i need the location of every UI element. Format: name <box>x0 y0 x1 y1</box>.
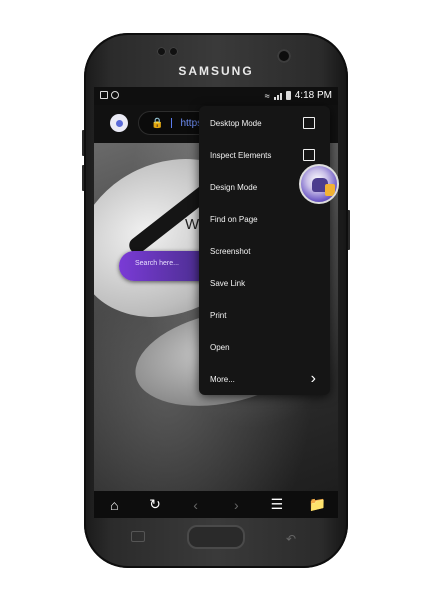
back-key: ↶ <box>286 532 297 546</box>
menu-item-save-link[interactable]: Save Link <box>199 268 330 298</box>
messenger-icon <box>111 91 119 99</box>
forward-icon[interactable]: › <box>222 494 250 516</box>
speaker-grille <box>157 47 179 57</box>
menu-item-label: Print <box>210 310 227 320</box>
divider <box>171 118 173 128</box>
add-folder-icon[interactable]: 📁 <box>304 494 332 516</box>
desktop-mode-checkbox[interactable] <box>303 117 315 129</box>
menu-item-find-on-page[interactable]: Find on Page <box>199 204 330 234</box>
inspect-elements-checkbox[interactable] <box>303 149 315 161</box>
search-placeholder: Search here... <box>135 260 179 267</box>
menu-item-label: Desktop Mode <box>210 118 262 128</box>
menu-item-more[interactable]: More... › <box>199 364 330 394</box>
status-bar: ≈ 4:18 PM <box>94 87 338 105</box>
phone-mockup: SAMSUNG ≈ 4:18 PM 🔒 https:// W Search he… <box>0 0 432 605</box>
floating-bubble-avatar[interactable] <box>299 164 339 204</box>
menu-item-open[interactable]: Open <box>199 332 330 362</box>
menu-item-label: Find on Page <box>210 214 258 224</box>
menu-item-label: Save Link <box>210 278 246 288</box>
battery-icon <box>285 91 291 100</box>
clock: 4:18 PM <box>294 90 332 101</box>
image-icon <box>100 91 108 99</box>
overflow-menu: Desktop Mode Inspect Elements Design Mod… <box>199 106 330 395</box>
profile-avatar[interactable] <box>110 114 128 132</box>
chevron-right-icon: › <box>310 370 316 387</box>
front-camera <box>277 49 291 63</box>
home-key <box>187 525 245 549</box>
menu-item-print[interactable]: Print <box>199 300 330 330</box>
menu-item-screenshot[interactable]: Screenshot <box>199 236 330 266</box>
back-icon[interactable]: ‹ <box>182 494 210 516</box>
menu-icon[interactable]: ☰ <box>263 494 291 516</box>
brand-logo: SAMSUNG <box>178 64 254 78</box>
lock-icon: 🔒 <box>151 117 164 129</box>
menu-item-label: Screenshot <box>210 246 251 256</box>
bottom-navigation: ⌂ ↻ ‹ › ☰ 📁 <box>94 491 338 518</box>
menu-item-label: Inspect Elements <box>210 150 272 160</box>
menu-item-desktop-mode[interactable]: Desktop Mode <box>199 108 330 138</box>
wifi-icon: ≈ <box>264 90 270 101</box>
page-heading: W <box>185 216 200 233</box>
home-icon[interactable]: ⌂ <box>100 494 128 516</box>
menu-item-label: More... <box>210 374 235 384</box>
signal-icon <box>273 92 282 100</box>
recent-apps-key <box>131 531 145 542</box>
menu-item-label: Open <box>210 342 230 352</box>
menu-item-label: Design Mode <box>210 182 258 192</box>
refresh-icon[interactable]: ↻ <box>141 494 169 516</box>
